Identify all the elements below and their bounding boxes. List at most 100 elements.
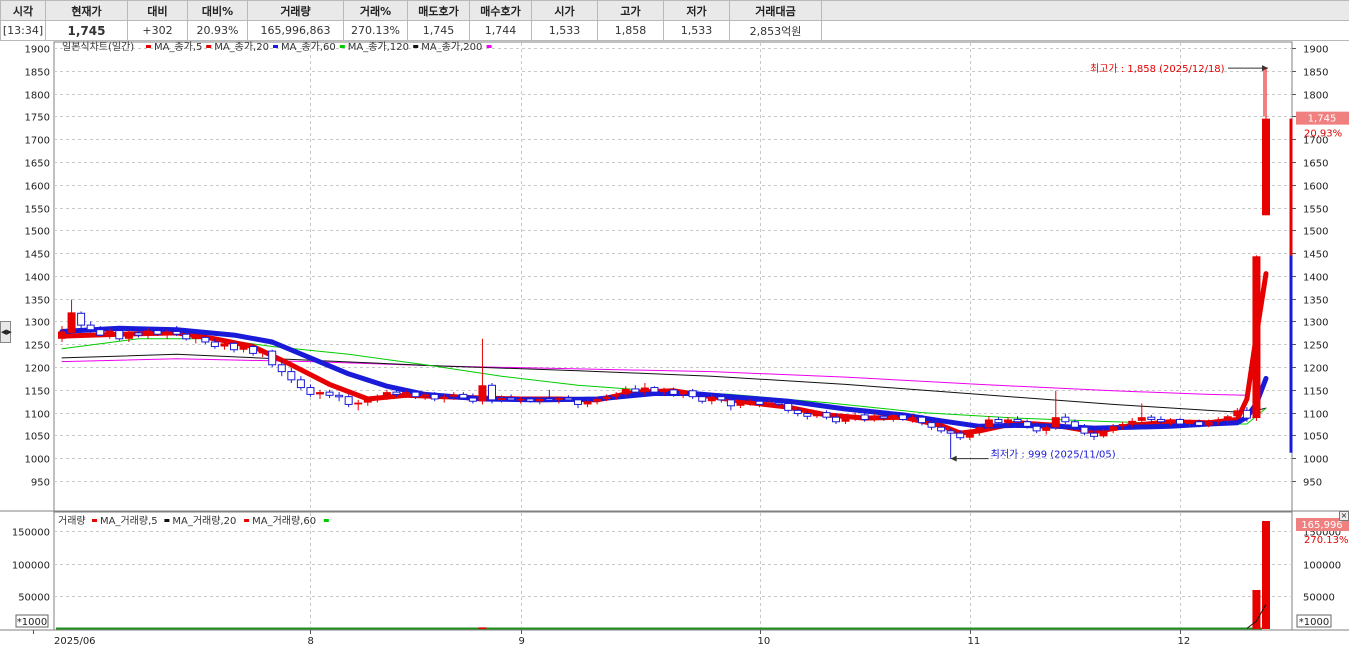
y-tick-label-right: 1100 <box>1303 410 1328 421</box>
volume-y-tick-right: 50000 <box>1303 593 1335 604</box>
candle-body <box>325 391 334 396</box>
candle-body <box>124 332 133 339</box>
candle-body <box>1137 417 1146 421</box>
y-tick-label-left: 950 <box>31 478 50 489</box>
candle-body <box>736 402 745 406</box>
col-low-label: 저가 <box>663 0 730 21</box>
price-legend-label: MA_종가,20 <box>214 41 269 53</box>
candle-body <box>172 331 181 335</box>
candle-body <box>803 413 812 417</box>
candle-body <box>277 364 286 373</box>
candle-body <box>296 379 305 389</box>
candle-body <box>354 402 363 405</box>
candle-body <box>1166 419 1175 422</box>
y-tick-label-right: 1150 <box>1303 387 1328 398</box>
candle-body <box>268 350 277 366</box>
col-volume-label: 거래량 <box>247 0 344 21</box>
candle-body <box>994 418 1003 424</box>
val-high: 1,858 <box>597 20 664 41</box>
volume-change-tag: 270.13% <box>1304 535 1349 546</box>
val-ask: 1,745 <box>407 20 470 41</box>
y-tick-label-right: 1050 <box>1303 432 1328 443</box>
candle-body <box>1032 425 1041 432</box>
candle-body <box>392 391 401 395</box>
low-annotation: 최저가 : 999 (2025/11/05) <box>991 449 1116 461</box>
x-tick-label: 10 <box>758 636 771 647</box>
current-price-tag-label: 1,745 <box>1308 114 1337 125</box>
candle-body <box>163 331 172 335</box>
candle-body <box>468 397 477 402</box>
stock-chart[interactable]: 2025/06 8 9 10 11 12 950 950 1000 1000 1050 1050 110… <box>0 41 1349 649</box>
val-volume-pct: 270.13% <box>343 20 408 41</box>
val-low: 1,533 <box>663 20 730 41</box>
candle-body <box>58 331 66 339</box>
val-volume: 165,996,863 <box>247 20 344 41</box>
candle-body <box>870 416 879 420</box>
val-change: +302 <box>127 20 188 41</box>
col-bid-label: 매수호가 <box>469 0 532 21</box>
y-tick-label-left: 1600 <box>25 182 50 193</box>
candle-body <box>1051 417 1060 428</box>
candle-body <box>220 343 229 347</box>
candle-body <box>965 431 974 438</box>
candle-body <box>201 336 210 343</box>
candle-body <box>1023 421 1032 427</box>
volume-legend-title: 거래량 <box>58 515 86 527</box>
candle-body <box>1080 426 1089 434</box>
y-tick-label-left: 1500 <box>25 227 50 238</box>
candle-body <box>898 414 907 420</box>
candle-body <box>287 371 296 381</box>
candle-body <box>1109 426 1118 431</box>
candle-body <box>363 399 372 403</box>
legend-swatch <box>273 45 278 48</box>
legend-swatch <box>164 519 170 522</box>
candle-body <box>1061 416 1070 423</box>
candle-body <box>640 387 649 393</box>
candle-body <box>879 415 888 419</box>
scroll-arrows-icon[interactable]: ◀▶ <box>0 321 12 343</box>
candle-body <box>1214 419 1223 422</box>
legend-swatch <box>339 45 345 48</box>
candle-body <box>841 418 850 422</box>
candle-body <box>210 341 219 348</box>
x-tick-label: 11 <box>968 636 981 647</box>
y-tick-label-left: 1700 <box>25 136 50 147</box>
y-tick-label-left: 1350 <box>25 296 50 307</box>
candle-body <box>746 401 754 403</box>
candle-body <box>382 392 391 397</box>
candle-body <box>144 330 152 336</box>
legend-swatch <box>413 45 419 48</box>
candle-body <box>421 394 430 397</box>
y-tick-label-right: 1850 <box>1303 68 1328 79</box>
candle-body <box>593 398 602 402</box>
x-tick-label: 9 <box>519 636 525 647</box>
candle-body <box>956 432 965 439</box>
col-open-label: 시가 <box>531 0 598 21</box>
y-tick-label-right: 1650 <box>1303 159 1328 170</box>
candle-body <box>373 396 382 400</box>
candle-body <box>918 416 926 424</box>
candle-body <box>889 414 898 419</box>
unit-label-right: *1000 <box>1299 617 1329 628</box>
y-tick-label-left: 1550 <box>25 205 50 216</box>
close-icon[interactable]: × <box>1339 511 1349 521</box>
candle-body <box>488 384 496 401</box>
y-tick-label-left: 1250 <box>25 341 50 352</box>
volume-legend-label: MA_거래량,5 <box>100 515 158 527</box>
y-tick-label-right: 1350 <box>1303 296 1328 307</box>
y-tick-label-left: 1100 <box>25 410 50 421</box>
candle-body <box>449 394 458 397</box>
candle-body <box>631 388 640 393</box>
candle-body <box>77 312 86 326</box>
candle-body <box>1176 418 1184 425</box>
volume-y-tick-right: 100000 <box>1303 561 1341 572</box>
candle-body <box>1090 432 1098 437</box>
y-tick-label-left: 1450 <box>25 250 50 261</box>
candle-body <box>860 414 869 420</box>
candle-body <box>230 342 238 351</box>
candle-body <box>459 393 468 399</box>
y-tick-label-left: 1150 <box>25 387 50 398</box>
price-legend-title: 일본식차트(일간) <box>62 41 134 53</box>
val-change-pct: 20.93% <box>187 20 248 41</box>
y-tick-label-left: 1850 <box>25 68 50 79</box>
